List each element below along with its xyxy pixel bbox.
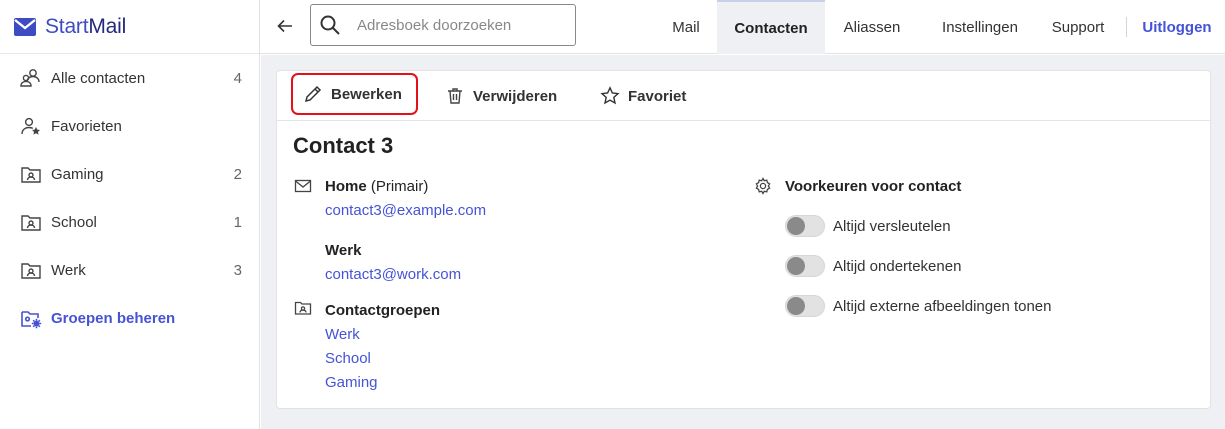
group-folder-icon [20, 211, 42, 233]
favorite-button[interactable]: Favoriet [600, 71, 686, 121]
email-home-address[interactable]: contact3@example.com [325, 202, 486, 219]
brand-name-start: Start [45, 14, 89, 38]
sidebar-item-school[interactable]: School 1 [0, 198, 259, 246]
contacts-icon [20, 67, 42, 89]
groups-title: Contactgroepen [325, 302, 441, 319]
search-icon [319, 14, 341, 36]
search-box [310, 4, 576, 46]
email-type: Home [325, 178, 367, 195]
tab-contacten[interactable]: Contacten [717, 0, 825, 54]
toggle-encrypt[interactable] [785, 215, 825, 237]
group-folder-icon [20, 163, 42, 185]
search-input[interactable] [357, 16, 557, 34]
delete-button[interactable]: Verwijderen [445, 71, 557, 121]
toggle-external-images[interactable] [785, 295, 825, 317]
edit-button[interactable]: Bewerken [291, 73, 418, 115]
brand-logo[interactable]: StartMail [0, 0, 259, 54]
back-arrow-icon[interactable] [274, 15, 296, 37]
main-content: Bewerken Verwijderen Favoriet Contact 3 … [261, 55, 1225, 429]
tab-mail[interactable]: Mail [658, 0, 714, 54]
tab-support[interactable]: Support [1040, 0, 1116, 54]
preferences-title: Voorkeuren voor contact [785, 178, 962, 195]
envelope-logo-icon [14, 17, 36, 36]
sidebar-item-label: Alle contacten [51, 69, 146, 87]
email-note: (Primair) [370, 178, 429, 195]
manage-groups-label: Groepen beheren [51, 309, 176, 327]
sidebar-item-label: School [51, 213, 97, 231]
logout-link[interactable]: Uitloggen [1132, 0, 1222, 54]
top-bar: Mail Contacten Aliassen Instellingen Sup… [260, 0, 1225, 54]
envelope-icon [294, 177, 312, 195]
email-work-address[interactable]: contact3@work.com [325, 266, 461, 283]
sidebar: StartMail Alle contacten 4 Favorieten Ga… [0, 0, 260, 429]
email-type: Werk [325, 242, 362, 259]
favorite-person-icon [20, 115, 42, 137]
manage-groups-link[interactable]: Groepen beheren [0, 294, 259, 342]
toggle-knob [787, 217, 805, 235]
toggle-sign-label: Altijd ondertekenen [833, 258, 962, 275]
contact-card: Bewerken Verwijderen Favoriet Contact 3 … [276, 70, 1211, 409]
toggle-knob [787, 297, 805, 315]
trash-icon [445, 86, 465, 106]
sidebar-item-alle-contacten[interactable]: Alle contacten 4 [0, 54, 259, 102]
group-link-school[interactable]: School [325, 350, 371, 367]
sidebar-item-label: Gaming [51, 165, 104, 183]
toggle-sign[interactable] [785, 255, 825, 277]
tab-aliassen[interactable]: Aliassen [830, 0, 914, 54]
tab-instellingen[interactable]: Instellingen [924, 0, 1036, 54]
folder-settings-icon [20, 307, 42, 329]
star-icon [600, 86, 620, 106]
brand-name-mail: Mail [88, 14, 127, 38]
toggle-external-images-label: Altijd externe afbeeldingen tonen [833, 298, 1052, 315]
email-work-label: Werk [325, 242, 361, 259]
group-link-werk[interactable]: Werk [325, 326, 360, 343]
email-home-label: Home (Primair) [325, 178, 428, 195]
group-folder-icon [20, 259, 42, 281]
contact-toolbar: Bewerken Verwijderen Favoriet [277, 71, 1210, 121]
sidebar-item-label: Werk [51, 261, 86, 279]
toggle-knob [787, 257, 805, 275]
edit-label: Bewerken [331, 85, 402, 103]
sidebar-item-count: 2 [233, 165, 242, 183]
sidebar-item-gaming[interactable]: Gaming 2 [0, 150, 259, 198]
group-link-gaming[interactable]: Gaming [325, 374, 378, 391]
sidebar-item-label: Favorieten [51, 117, 122, 135]
sidebar-item-count: 4 [233, 69, 242, 87]
delete-label: Verwijderen [473, 87, 558, 105]
sidebar-item-count: 1 [233, 213, 242, 231]
pencil-icon [303, 84, 323, 104]
contact-name: Contact 3 [293, 133, 394, 158]
sidebar-item-favorieten[interactable]: Favorieten [0, 102, 259, 150]
sidebar-item-werk[interactable]: Werk 3 [0, 246, 259, 294]
nav-divider [1126, 17, 1127, 37]
group-folder-icon [294, 299, 312, 317]
gear-icon [754, 177, 772, 195]
favorite-label: Favoriet [628, 87, 687, 105]
sidebar-item-count: 3 [233, 261, 242, 279]
toggle-encrypt-label: Altijd versleutelen [833, 218, 951, 235]
